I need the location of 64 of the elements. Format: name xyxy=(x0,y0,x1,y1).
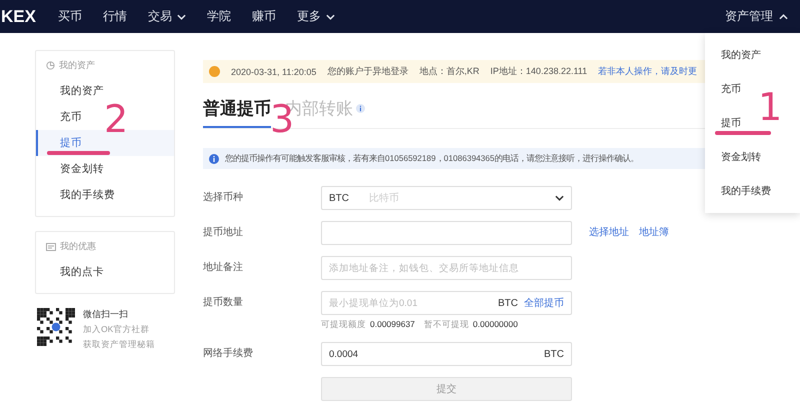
text-input[interactable]: 添加地址备注，如钱包、交易所等地址信息 xyxy=(329,262,564,274)
caret-icon xyxy=(555,195,564,201)
fee-field[interactable]: 0.0004 BTC xyxy=(321,342,572,366)
menu-item[interactable]: 资金划转 xyxy=(705,140,800,174)
sidebar-item[interactable]: 充币 xyxy=(60,110,82,124)
field-label: 选择币种 xyxy=(203,190,244,205)
notice-text: 您的提币操作有可能触发客服审核，若有来自01056592189，01086394365的电话，请您注意接听，进行操作确认。 xyxy=(225,153,639,164)
caret-icon xyxy=(326,14,335,20)
nav-item[interactable]: 买币 xyxy=(58,8,82,25)
nav-item[interactable]: 行情 xyxy=(102,8,127,25)
warning-icon xyxy=(209,66,220,77)
amount-field[interactable]: 最小提现单位为0.01 BTC 全部提币 xyxy=(321,291,572,315)
sidebar-item[interactable]: 我的资产 xyxy=(60,84,104,98)
group-title: 我的优惠 xyxy=(60,240,96,253)
alert-time: 2020-03-31, 11:20:05 xyxy=(231,66,316,76)
annotation-underline xyxy=(715,131,771,135)
fee-input[interactable]: 0.0004 xyxy=(329,348,538,360)
account-menu[interactable]: 资产管理 xyxy=(725,8,788,25)
annotation-number: 2 xyxy=(104,100,128,138)
promo-text: 获取资产管理秘籍 xyxy=(83,339,155,351)
menu-item[interactable]: 我的手续费 xyxy=(705,174,800,208)
withdraw-all-link[interactable]: 全部提币 xyxy=(524,296,564,310)
nav-item[interactable]: 学院 xyxy=(206,8,231,25)
caret-icon xyxy=(176,14,186,20)
info-icon xyxy=(356,104,365,113)
qr-code xyxy=(37,308,75,346)
caret-icon xyxy=(779,14,788,20)
nav-item[interactable]: 更多 xyxy=(296,8,335,25)
alert-location: 地点：首尔,KR xyxy=(419,65,480,78)
field-label: 提币地址 xyxy=(203,226,244,240)
annotation-number: 1 xyxy=(758,88,782,126)
pie-chart-icon xyxy=(46,61,55,70)
balance-label: 暂不可提现 xyxy=(424,319,469,331)
balance-value: 0.00000000 xyxy=(472,319,518,331)
alert-message: 您的账户于异地登录 xyxy=(327,65,408,78)
address-field[interactable] xyxy=(321,221,572,245)
promo-text: 加入OK官方社群 xyxy=(83,324,150,336)
balance-value: 0.00099637 xyxy=(370,319,415,331)
tab[interactable]: 普通提币 xyxy=(203,93,271,128)
field-label: 网络手续费 xyxy=(203,346,254,361)
sidebar-item[interactable]: 资金划转 xyxy=(60,162,104,176)
balance-label: 可提现额度 xyxy=(321,319,366,331)
link[interactable]: 选择地址 xyxy=(589,221,629,245)
promo-title: 微信扫一扫 xyxy=(83,308,129,321)
alert-ip: IP地址：140.238.22.111 xyxy=(490,65,588,78)
group-title: 我的资产 xyxy=(59,59,95,72)
annotation-underline xyxy=(47,151,110,155)
menu-item[interactable]: 我的资产 xyxy=(705,38,800,72)
note-field[interactable]: 添加地址备注，如钱包、交易所等地址信息 xyxy=(321,256,572,280)
sidebar-item[interactable]: 我的手续费 xyxy=(60,188,115,202)
nav-item[interactable]: 交易 xyxy=(148,8,186,25)
unit-label: BTC xyxy=(544,348,564,360)
field-label: 提币数量 xyxy=(203,296,244,310)
info-icon xyxy=(209,154,219,164)
unit-label: BTC xyxy=(498,298,518,308)
sidebar-item[interactable]: 提币 xyxy=(60,136,82,150)
sidebar-item[interactable]: 我的点卡 xyxy=(60,265,104,279)
nav-item[interactable]: 赚币 xyxy=(252,8,276,25)
logo[interactable]: KEX xyxy=(1,6,36,26)
card-icon xyxy=(46,242,56,250)
amount-input[interactable]: 最小提现单位为0.01 xyxy=(329,298,492,308)
alert-link[interactable]: 若非本人操作，请及时更 xyxy=(598,65,698,78)
field-label: 地址备注 xyxy=(203,260,244,275)
link[interactable]: 地址簿 xyxy=(639,221,669,245)
